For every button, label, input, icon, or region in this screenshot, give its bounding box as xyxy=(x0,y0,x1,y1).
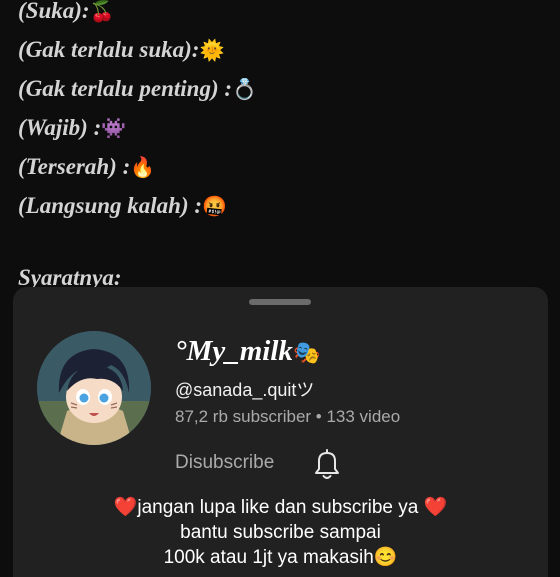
channel-stats: 87,2 rb subscriber • 133 video xyxy=(175,407,401,426)
ring-icon: 💍 xyxy=(232,79,257,101)
rating-line: (Gak terlalu penting) :💍 xyxy=(18,76,257,101)
avatar[interactable] xyxy=(37,331,151,445)
rating-line: (Suka):🍒 xyxy=(18,0,115,23)
cherry-icon: 🍒 xyxy=(89,1,115,23)
drag-handle[interactable] xyxy=(249,299,311,305)
rating-line: (Gak terlalu suka):🌞 xyxy=(18,37,225,62)
angry-face-icon: 🤬 xyxy=(202,196,227,218)
description-line: 100k atau 1jt ya makasih😊 xyxy=(163,547,398,568)
sun-icon: 🌞 xyxy=(199,40,225,62)
rating-line: (Langsung kalah) :🤬 xyxy=(18,193,227,218)
alien-monster-icon: 👾 xyxy=(101,118,127,140)
channel-bottom-sheet: °My_milk🎭 @sanada_.quitツ 87,2 rb subscri… xyxy=(13,287,548,577)
channel-name: °My_milk🎭 xyxy=(175,335,321,367)
channel-handle: @sanada_.quitツ xyxy=(175,380,315,400)
bell-icon[interactable] xyxy=(311,447,343,481)
background-post-text: (Suka):🍒 (Gak terlalu suka):🌞 (Gak terla… xyxy=(18,0,550,296)
rating-line: (Terserah) :🔥 xyxy=(18,154,156,179)
rating-line: (Wajib) :👾 xyxy=(18,115,127,140)
description-line: bantu subscribe sampai xyxy=(180,522,381,543)
performing-arts-icon: 🎭 xyxy=(292,340,321,365)
fire-icon: 🔥 xyxy=(130,157,156,179)
channel-description: ❤️jangan lupa like dan subscribe ya ❤️ b… xyxy=(13,495,548,570)
unsubscribe-button[interactable]: Disubscribe xyxy=(175,452,274,474)
description-line: ❤️jangan lupa like dan subscribe ya ❤️ xyxy=(113,497,448,518)
